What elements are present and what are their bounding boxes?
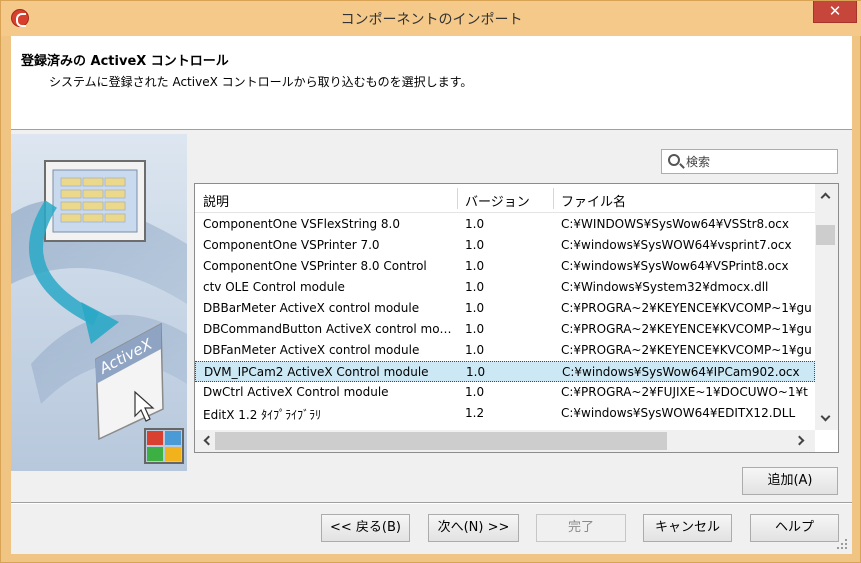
scroll-up-icon[interactable] xyxy=(820,192,831,203)
cell-version: 1.2 xyxy=(465,406,485,420)
cell-filename: C:¥windows¥SysWOW64¥EDITX12.DLL xyxy=(561,406,796,420)
table-row[interactable]: ComponentOne VSPrinter 7.0 1.0 C:¥windows¥… xyxy=(195,235,815,256)
cell-filename: C:¥PROGRA~2¥KEYENCE¥KVCOMP~1¥gu xyxy=(561,343,812,357)
cell-description: ComponentOne VSPrinter 8.0 Control xyxy=(203,259,427,273)
header-area: 登録済みの ActiveX コントロール システムに登録された ActiveX … xyxy=(11,36,852,130)
vertical-scrollbar[interactable] xyxy=(815,184,838,430)
cell-version: 1.0 xyxy=(466,365,486,379)
search-box[interactable] xyxy=(661,149,838,174)
next-button[interactable]: 次へ(N) >> xyxy=(428,514,519,542)
cell-version: 1.0 xyxy=(465,280,485,294)
activex-illustration: ActiveX xyxy=(11,134,187,471)
table-row[interactable]: DBCommandButton ActiveX control mo… 1.0 C:… xyxy=(195,319,815,340)
cell-filename: C:¥windows¥SysWOW64¥vsprint7.ocx xyxy=(561,238,792,252)
table-row[interactable]: ComponentOne VSFlexString 8.0 1.0 C:¥WINDO… xyxy=(195,214,815,235)
column-header-version[interactable]: バージョン xyxy=(465,191,530,210)
table-row[interactable]: ctv OLE Control module 1.0 C:¥Windows¥Syst… xyxy=(195,277,815,298)
cell-description: ctv OLE Control module xyxy=(203,280,345,294)
table-row[interactable]: ComponentOne VSPrinter 8.0 Control 1.0 C:¥… xyxy=(195,256,815,277)
table-row[interactable]: DBFanMeter ActiveX control module 1.0 C:¥P… xyxy=(195,340,815,361)
cell-version: 1.0 xyxy=(465,301,485,315)
table-row[interactable]: DwCtrl ActiveX Control module 1.0 C:¥PROGR… xyxy=(195,382,815,403)
add-button[interactable]: 追加(A) xyxy=(742,467,838,495)
cancel-button[interactable]: キャンセル xyxy=(643,514,732,542)
table-header: 説明 バージョン ファイル名 xyxy=(195,184,815,213)
cell-version: 1.0 xyxy=(465,217,485,231)
scroll-down-icon[interactable] xyxy=(820,411,831,422)
table-row[interactable]: DBBarMeter ActiveX control module 1.0 C:¥P… xyxy=(195,298,815,319)
dialog-panel: 登録済みの ActiveX コントロール システムに登録された ActiveX … xyxy=(11,36,852,554)
cell-description: DVM_IPCam2 ActiveX Control module xyxy=(204,365,429,379)
help-button[interactable]: ヘルプ xyxy=(750,514,839,542)
search-icon xyxy=(668,154,680,166)
cell-version: 1.0 xyxy=(465,259,485,273)
column-separator[interactable] xyxy=(553,188,554,209)
cell-description: DBBarMeter ActiveX control module xyxy=(203,301,420,315)
cell-description: DwCtrl ActiveX Control module xyxy=(203,385,389,399)
column-header-description[interactable]: 説明 xyxy=(203,191,229,210)
cell-description: DBCommandButton ActiveX control mo… xyxy=(203,322,452,336)
cell-description: EditX 1.2 ﾀｲﾌﾟﾗｲﾌﾞﾗﾘ xyxy=(203,408,322,422)
footer-divider-highlight xyxy=(11,503,852,504)
table-row-selected[interactable]: DVM_IPCam2 ActiveX Control module 1.0 C:¥w… xyxy=(195,361,815,382)
horizontal-scrollbar[interactable] xyxy=(195,430,815,452)
scroll-left-icon[interactable] xyxy=(203,435,214,446)
window-title: コンポーネントのインポート xyxy=(340,12,523,28)
import-component-window: コンポーネントのインポート ✕ 登録済みの ActiveX コントロール システ… xyxy=(0,0,861,563)
cell-filename: C:¥WINDOWS¥SysWow64¥VSStr8.ocx xyxy=(561,217,790,231)
cell-version: 1.0 xyxy=(465,238,485,252)
horizontal-scroll-thumb[interactable] xyxy=(215,432,667,450)
page-title: 登録済みの ActiveX コントロール xyxy=(21,54,229,69)
column-separator[interactable] xyxy=(457,188,458,209)
table-row[interactable]: EditX 1.2 ﾀｲﾌﾟﾗｲﾌﾞﾗﾘ 1.2 C:¥windows¥SysWOW… xyxy=(195,403,815,424)
cell-filename: C:¥PROGRA~2¥KEYENCE¥KVCOMP~1¥gu xyxy=(561,322,812,336)
vertical-scroll-thumb[interactable] xyxy=(816,225,835,245)
cell-filename: C:¥PROGRA~2¥FUJIXE~1¥DOCUWO~1¥t xyxy=(561,385,808,399)
column-header-filename[interactable]: ファイル名 xyxy=(561,191,626,210)
resize-grip-icon[interactable] xyxy=(836,538,848,550)
cell-filename: C:¥Windows¥System32¥dmocx.dll xyxy=(561,280,769,294)
scroll-right-icon[interactable] xyxy=(794,435,805,446)
activex-control-table[interactable]: 説明 バージョン ファイル名 ComponentOne VSFlexString… xyxy=(194,183,839,453)
cell-version: 1.0 xyxy=(465,385,485,399)
cell-description: ComponentOne VSFlexString 8.0 xyxy=(203,217,400,231)
cell-filename: C:¥PROGRA~2¥KEYENCE¥KVCOMP~1¥gu xyxy=(561,301,812,315)
cell-description: ComponentOne VSPrinter 7.0 xyxy=(203,238,380,252)
windows-logo-icon xyxy=(144,428,184,464)
back-button[interactable]: << 戻る(B) xyxy=(321,514,410,542)
cell-filename: C:¥windows¥SysWow64¥IPCam902.ocx xyxy=(562,365,800,379)
cell-version: 1.0 xyxy=(465,322,485,336)
cell-filename: C:¥windows¥SysWow64¥VSPrint8.ocx xyxy=(561,259,789,273)
close-button[interactable]: ✕ xyxy=(813,1,857,23)
search-input[interactable] xyxy=(686,152,834,171)
page-description: システムに登録された ActiveX コントロールから取り込むものを選択します。 xyxy=(49,75,473,89)
finish-button[interactable]: 完了 xyxy=(536,514,626,542)
cell-description: DBFanMeter ActiveX control module xyxy=(203,343,420,357)
title-bar[interactable]: コンポーネントのインポート ✕ xyxy=(1,1,861,36)
cell-version: 1.0 xyxy=(465,343,485,357)
illustration-graphic: ActiveX xyxy=(11,160,187,464)
